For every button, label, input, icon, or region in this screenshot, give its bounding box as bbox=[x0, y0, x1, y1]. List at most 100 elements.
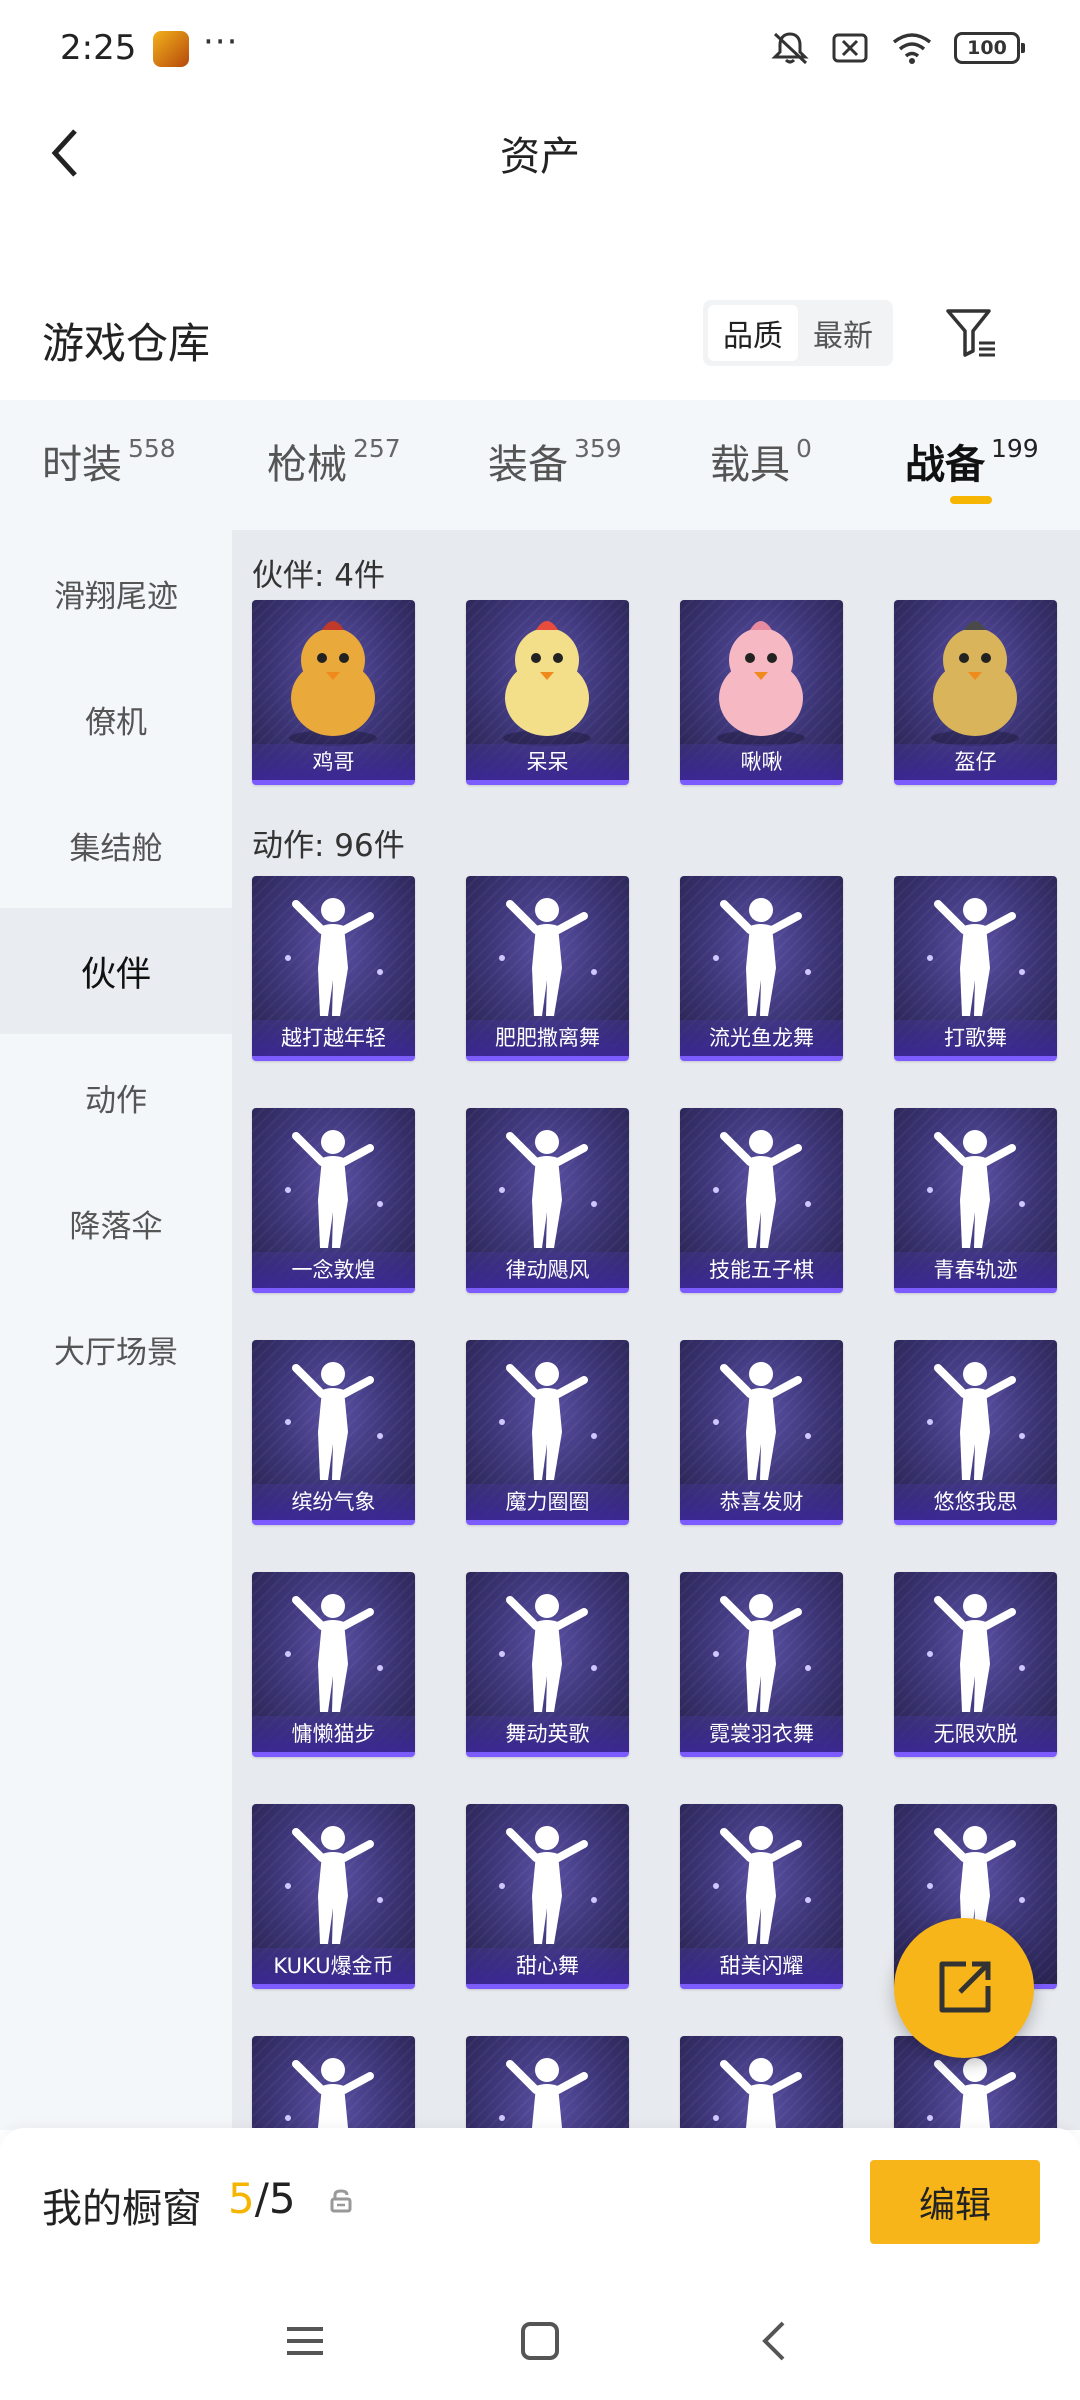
dancer-figure bbox=[499, 1362, 597, 1480]
action-card[interactable]: 悠悠我思 bbox=[894, 1340, 1057, 1525]
dancer-figure bbox=[713, 1130, 811, 1248]
menu-icon bbox=[287, 2327, 323, 2355]
action-card[interactable]: 青春轨迹 bbox=[894, 1108, 1057, 1293]
sort-quality-button[interactable]: 品质 bbox=[708, 305, 798, 361]
sidebar-item-wingman[interactable]: 僚机 bbox=[0, 656, 232, 782]
dancer-figure bbox=[499, 1826, 597, 1944]
dancer-figure bbox=[285, 1362, 383, 1480]
tab-count: 199 bbox=[991, 434, 1039, 463]
action-card[interactable]: 无限欢脱 bbox=[894, 1572, 1057, 1757]
battery-icon: 100 bbox=[954, 32, 1025, 64]
tab-fashion[interactable]: 时装 558 bbox=[42, 432, 176, 490]
card-label: 甜心舞 bbox=[466, 1948, 629, 1984]
action-card[interactable] bbox=[680, 2036, 843, 2130]
item-grid-area: 伙伴: 4件 鸡哥 呆呆 啾啾 盔仔 动作: 96件 越打越年轻 肥肥撒离舞 流光鱼龙舞 打… bbox=[232, 530, 1080, 2130]
mute-icon bbox=[771, 32, 809, 65]
card-label: 无限欢脱 bbox=[894, 1716, 1057, 1752]
card-label: 霓裳羽衣舞 bbox=[680, 1716, 843, 1752]
action-card[interactable]: 律动飓风 bbox=[466, 1108, 629, 1293]
card-label: 缤纷气象 bbox=[252, 1484, 415, 1520]
card-label: 流光鱼龙舞 bbox=[680, 1020, 843, 1056]
sidebar-item-glide-trail[interactable]: 滑翔尾迹 bbox=[0, 530, 232, 656]
action-card[interactable]: 甜美闪耀 bbox=[680, 1804, 843, 1989]
sidebar-item-action[interactable]: 动作 bbox=[0, 1034, 232, 1160]
status-bar: 2:25 ··· 100 bbox=[0, 0, 1080, 100]
tab-guns[interactable]: 枪械 257 bbox=[267, 432, 401, 490]
dancer-figure bbox=[499, 1130, 597, 1248]
dancer-figure bbox=[499, 898, 597, 1016]
dancer-figure bbox=[499, 2058, 597, 2130]
sidebar-item-lobby-scene[interactable]: 大厅场景 bbox=[0, 1286, 232, 1412]
action-card[interactable]: 越打越年轻 bbox=[252, 876, 415, 1061]
card-label: 呆呆 bbox=[466, 744, 629, 780]
showcase-max: 5 bbox=[268, 2174, 296, 2223]
dancer-figure bbox=[285, 898, 383, 1016]
action-card[interactable]: 打歌舞 bbox=[894, 876, 1057, 1061]
action-card[interactable]: 肥肥撒离舞 bbox=[466, 876, 629, 1061]
system-back-button[interactable] bbox=[740, 2306, 810, 2376]
card-label: 悠悠我思 bbox=[894, 1484, 1057, 1520]
card-label: 慵懒猫步 bbox=[252, 1716, 415, 1752]
card-label: 鸡哥 bbox=[252, 744, 415, 780]
share-button[interactable] bbox=[894, 1918, 1034, 2058]
dancer-figure bbox=[713, 898, 811, 1016]
active-tab-indicator bbox=[950, 496, 992, 504]
sidebar-item-parachute[interactable]: 降落伞 bbox=[0, 1160, 232, 1286]
section-title: 游戏仓库 bbox=[42, 319, 211, 368]
category-tabs: 时装 558 枪械 257 装备 359 载具 0 战备 199 bbox=[0, 400, 1080, 530]
filter-icon bbox=[946, 309, 995, 357]
dancer-figure bbox=[927, 1362, 1025, 1480]
dancer-figure bbox=[285, 2058, 383, 2130]
sidebar: 滑翔尾迹 僚机 集结舱 伙伴 动作 降落伞 大厅场景 bbox=[0, 530, 232, 2130]
companion-card[interactable]: 呆呆 bbox=[466, 600, 629, 785]
tab-vehicles[interactable]: 载具 0 bbox=[710, 432, 812, 490]
home-button[interactable] bbox=[505, 2306, 575, 2376]
tab-equipment[interactable]: 装备 359 bbox=[488, 432, 622, 490]
edit-button[interactable]: 编辑 bbox=[870, 2160, 1040, 2244]
action-card[interactable]: 魔力圈圈 bbox=[466, 1340, 629, 1525]
action-card[interactable]: KUKU爆金币 bbox=[252, 1804, 415, 1989]
card-label: 技能五子棋 bbox=[680, 1252, 843, 1288]
action-card[interactable]: 技能五子棋 bbox=[680, 1108, 843, 1293]
action-card[interactable]: 一念敦煌 bbox=[252, 1108, 415, 1293]
action-card[interactable]: 恭喜发财 bbox=[680, 1340, 843, 1525]
companion-group-title: 伙伴: 4件 bbox=[252, 558, 386, 594]
dancer-figure bbox=[713, 1826, 811, 1944]
companion-card[interactable]: 啾啾 bbox=[680, 600, 843, 785]
companion-card[interactable]: 盔仔 bbox=[894, 600, 1057, 785]
action-card[interactable]: 流光鱼龙舞 bbox=[680, 876, 843, 1061]
dancer-figure bbox=[713, 2058, 811, 2130]
dancer-figure bbox=[285, 1826, 383, 1944]
sidebar-item-companion[interactable]: 伙伴 bbox=[0, 908, 232, 1034]
action-card[interactable] bbox=[252, 2036, 415, 2130]
action-card[interactable]: 霓裳羽衣舞 bbox=[680, 1572, 843, 1757]
dancer-figure bbox=[713, 1362, 811, 1480]
battery-level: 100 bbox=[967, 37, 1007, 59]
sort-newest-button[interactable]: 最新 bbox=[798, 305, 888, 361]
tab-readiness[interactable]: 战备 199 bbox=[905, 432, 1039, 490]
card-label: 恭喜发财 bbox=[680, 1484, 843, 1520]
action-card[interactable]: 慵懒猫步 bbox=[252, 1572, 415, 1757]
companion-figure bbox=[717, 621, 805, 746]
filter-button[interactable] bbox=[936, 300, 1006, 366]
sort-toggle: 品质 最新 bbox=[703, 300, 893, 366]
more-notifications-icon: ··· bbox=[203, 22, 239, 62]
tab-label: 战备 bbox=[905, 442, 985, 488]
card-label: KUKU爆金币 bbox=[252, 1948, 415, 1984]
tab-label: 枪械 bbox=[267, 442, 347, 488]
action-card[interactable]: 甜心舞 bbox=[466, 1804, 629, 1989]
card-label: 打歌舞 bbox=[894, 1020, 1057, 1056]
action-card[interactable]: 缤纷气象 bbox=[252, 1340, 415, 1525]
wifi-icon bbox=[892, 33, 932, 64]
lock-icon bbox=[330, 2189, 352, 2213]
dancer-figure bbox=[285, 1594, 383, 1712]
card-label: 盔仔 bbox=[894, 744, 1057, 780]
recent-apps-button[interactable] bbox=[270, 2306, 340, 2376]
companion-figure bbox=[503, 621, 591, 746]
card-label: 越打越年轻 bbox=[252, 1020, 415, 1056]
action-card[interactable]: 舞动英歌 bbox=[466, 1572, 629, 1757]
action-card[interactable] bbox=[466, 2036, 629, 2130]
sidebar-item-assembly-pod[interactable]: 集结舱 bbox=[0, 782, 232, 908]
companion-card[interactable]: 鸡哥 bbox=[252, 600, 415, 785]
nav-bar: 资产 bbox=[0, 100, 1080, 200]
